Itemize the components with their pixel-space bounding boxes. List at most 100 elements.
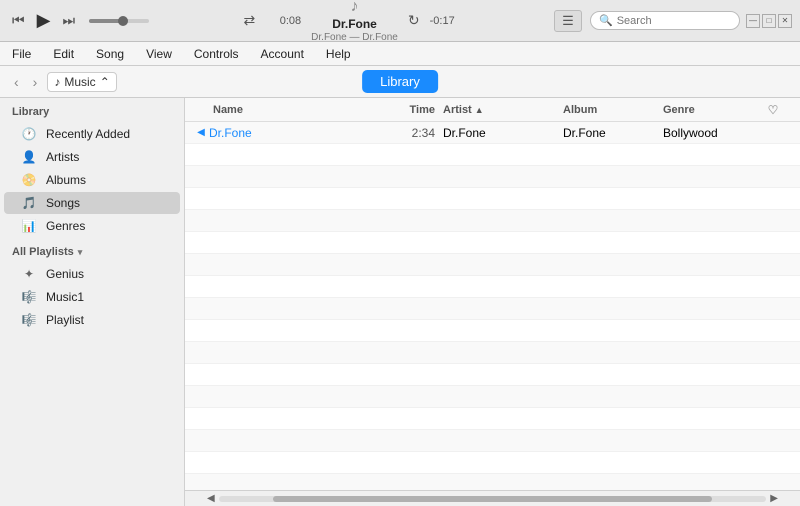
table-row-empty	[185, 166, 800, 188]
sidebar-label-albums: Albums	[46, 173, 86, 187]
search-input[interactable]	[617, 15, 727, 27]
search-icon: 🔍	[599, 14, 613, 27]
now-playing-area: ⇄ 0:08 ♪ Dr.Fone Dr.Fone — Dr.Fone ↻ -0:…	[149, 0, 554, 43]
maximize-button[interactable]: □	[762, 14, 776, 28]
menu-bar: File Edit Song View Controls Account Help	[0, 42, 800, 66]
table-row-empty	[185, 364, 800, 386]
playlists-chevron-icon: ▾	[78, 247, 83, 258]
genres-icon: 📊	[20, 219, 38, 233]
time-remaining: -0:17	[430, 15, 460, 27]
horizontal-scrollbar[interactable]: ◀ ▶	[185, 490, 800, 506]
main-area: Library 🕐Recently Added👤Artists📀Albums🎵S…	[0, 98, 800, 506]
menu-item-song[interactable]: Song	[92, 45, 128, 63]
library-selector[interactable]: ♪ Music ⌃	[47, 72, 116, 92]
sidebar-item-genres[interactable]: 📊 Genres	[4, 215, 180, 237]
sidebar-label-genres: Genres	[46, 219, 85, 233]
window-controls: — □ ✕	[746, 14, 792, 28]
table-row-empty	[185, 232, 800, 254]
scroll-track[interactable]	[219, 496, 767, 502]
menu-item-file[interactable]: File	[8, 45, 35, 63]
sidebar-item-songs[interactable]: 🎵 Songs	[4, 192, 180, 214]
col-header-artist[interactable]: Artist ▲	[443, 104, 563, 116]
cell-artist: Dr.Fone	[443, 126, 563, 140]
sidebar-label-recently-added: Recently Added	[46, 127, 130, 141]
playlists-header-label: All Playlists	[12, 246, 74, 258]
table-row-empty	[185, 430, 800, 452]
table-row-empty	[185, 386, 800, 408]
table-row-empty	[185, 276, 800, 298]
nav-back-button[interactable]: ‹	[10, 72, 23, 92]
track-title: Dr.Fone	[332, 17, 377, 31]
title-bar: ⏮ ▶ ⏭ ⇄ 0:08 ♪ Dr.Fone Dr.Fone — Dr.Fone…	[0, 0, 800, 42]
nav-bar: ‹ › ♪ Music ⌃ Library	[0, 66, 800, 98]
repeat-button[interactable]: ↻	[408, 12, 420, 29]
sidebar-label-songs: Songs	[46, 196, 80, 210]
cell-album: Dr.Fone	[563, 126, 663, 140]
track-info: ♪ Dr.Fone Dr.Fone — Dr.Fone	[311, 0, 398, 43]
library-selector-chevron: ⌃	[100, 75, 110, 89]
play-button[interactable]: ▶	[33, 8, 55, 33]
close-button[interactable]: ✕	[778, 14, 792, 28]
music-note-small-icon: ♪	[54, 75, 60, 89]
table-row-empty	[185, 144, 800, 166]
volume-slider[interactable]	[89, 19, 149, 23]
track-subtitle: Dr.Fone — Dr.Fone	[311, 32, 398, 43]
col-header-time[interactable]: Time	[393, 104, 443, 116]
transport-controls: ⏮ ▶ ⏭	[8, 8, 149, 33]
table-row-empty	[185, 342, 800, 364]
menu-item-account[interactable]: Account	[257, 45, 308, 63]
volume-knob[interactable]	[118, 16, 128, 26]
library-selector-label: Music	[64, 75, 95, 89]
sidebar-item-recently-added[interactable]: 🕐Recently Added	[4, 123, 180, 145]
sidebar-label-playlist: Playlist	[46, 313, 84, 327]
sidebar-item-music1[interactable]: 🎼Music1	[4, 286, 180, 308]
table-row-empty	[185, 408, 800, 430]
sidebar-label-music1: Music1	[46, 290, 84, 304]
playlist-icon: 🎼	[20, 313, 38, 327]
scroll-left-button[interactable]: ◀	[203, 493, 219, 504]
menu-item-help[interactable]: Help	[322, 45, 355, 63]
cell-genre: Bollywood	[663, 126, 763, 140]
table-row-empty	[185, 254, 800, 276]
minimize-button[interactable]: —	[746, 14, 760, 28]
content-area: Name Time Artist ▲ Album Genre ♡ ◀ Dr.Fo…	[185, 98, 800, 506]
library-button[interactable]: Library	[362, 70, 438, 93]
cell-name: Dr.Fone	[209, 126, 393, 140]
time-elapsed: 0:08	[271, 15, 301, 27]
volume-slider-area[interactable]	[89, 19, 149, 23]
table-row-empty	[185, 452, 800, 474]
table-row-empty	[185, 320, 800, 342]
table-row-empty	[185, 210, 800, 232]
shuffle-button[interactable]: ⇄	[243, 12, 255, 29]
table-row-empty	[185, 188, 800, 210]
menu-item-controls[interactable]: Controls	[190, 45, 243, 63]
sidebar: Library 🕐Recently Added👤Artists📀Albums🎵S…	[0, 98, 185, 506]
playing-indicator: ◀	[193, 127, 209, 138]
songs-icon: 🎵	[20, 196, 38, 210]
sidebar-item-artists[interactable]: 👤Artists	[4, 146, 180, 168]
cell-time: 2:34	[393, 126, 443, 140]
col-header-genre[interactable]: Genre	[663, 104, 763, 116]
scroll-thumb[interactable]	[273, 496, 711, 502]
menu-item-edit[interactable]: Edit	[49, 45, 78, 63]
playlists-section-header[interactable]: All Playlists ▾	[0, 238, 184, 262]
rewind-button[interactable]: ⏮	[8, 10, 29, 31]
table-row[interactable]: ◀ Dr.Fone 2:34 Dr.Fone Dr.Fone Bollywood	[185, 122, 800, 144]
col-header-heart: ♡	[763, 103, 783, 117]
scroll-right-button[interactable]: ▶	[766, 493, 782, 504]
sidebar-item-albums[interactable]: 📀Albums	[4, 169, 180, 191]
table-row-empty	[185, 474, 800, 490]
nav-forward-button[interactable]: ›	[29, 72, 42, 92]
sidebar-item-playlist[interactable]: 🎼 Playlist	[4, 309, 180, 331]
col-header-album[interactable]: Album	[563, 104, 663, 116]
right-controls: ☰ 🔍	[554, 10, 740, 32]
fast-forward-button[interactable]: ⏭	[58, 10, 79, 31]
artists-icon: 👤	[20, 150, 38, 164]
sidebar-item-genius[interactable]: ✦Genius	[4, 263, 180, 285]
menu-item-view[interactable]: View	[142, 45, 176, 63]
search-box[interactable]: 🔍	[590, 11, 740, 30]
music-note-icon: ♪	[351, 0, 359, 16]
sidebar-label-genius: Genius	[46, 267, 84, 281]
col-header-name[interactable]: Name	[193, 104, 393, 116]
playlist-view-button[interactable]: ☰	[554, 10, 582, 32]
